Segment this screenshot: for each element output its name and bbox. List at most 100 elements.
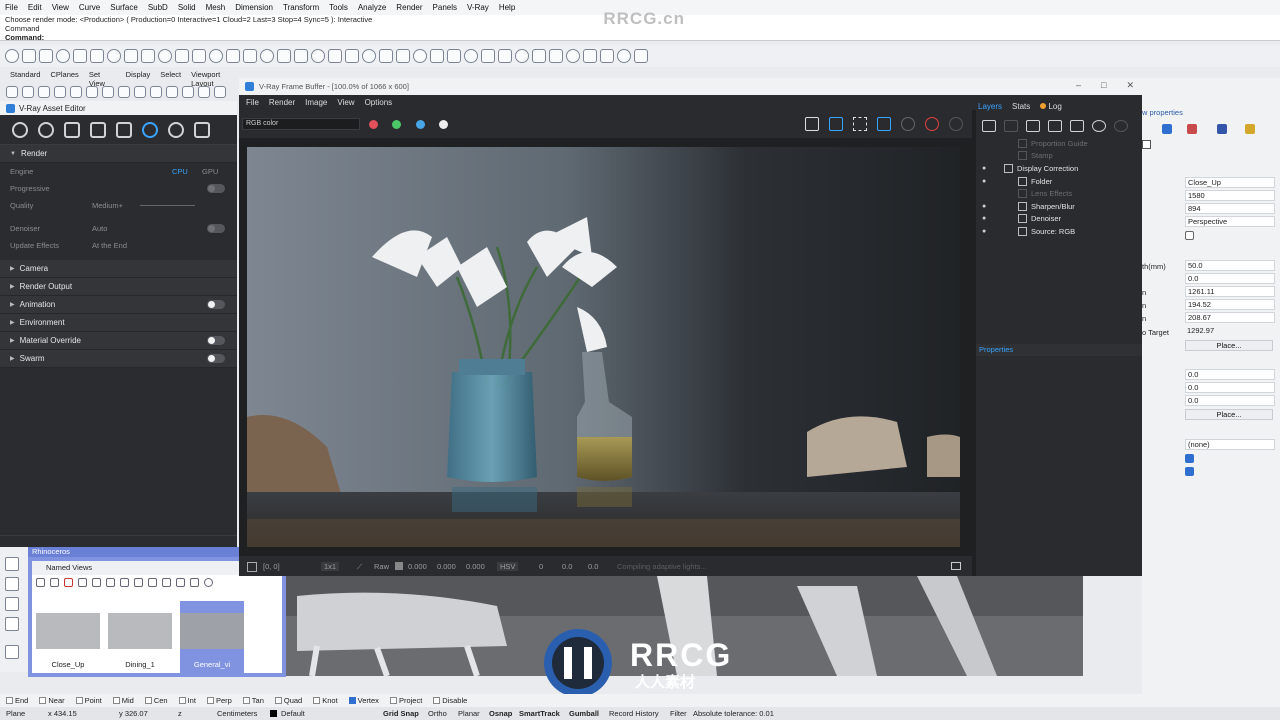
thumbnail-close-up[interactable] xyxy=(36,613,100,649)
vfb-menu-render[interactable]: Render xyxy=(269,98,295,107)
delete-layer-icon[interactable] xyxy=(1004,120,1018,132)
osnap-disable[interactable]: Disable xyxy=(433,696,467,705)
osnap-checkbox[interactable] xyxy=(75,697,83,704)
curve-tool-icon[interactable] xyxy=(5,577,19,591)
standard-tool-icon[interactable] xyxy=(86,86,98,98)
toolbar-tool-icon[interactable] xyxy=(192,49,206,63)
folder-icon[interactable] xyxy=(1245,124,1255,134)
edit-view-icon[interactable] xyxy=(50,577,59,587)
menu-item-mesh[interactable]: Mesh xyxy=(206,3,226,12)
toolbar-tool-icon[interactable] xyxy=(430,49,444,63)
compare-icon[interactable] xyxy=(829,117,843,131)
arrow-up-icon[interactable] xyxy=(162,577,171,587)
target-z-field[interactable]: 0.0 xyxy=(1185,395,1275,406)
point-tool-icon[interactable] xyxy=(5,557,19,571)
vfb-menu-options[interactable]: Options xyxy=(365,98,393,107)
thumbnail-general-view[interactable] xyxy=(180,613,244,649)
osnap-checkbox[interactable] xyxy=(313,697,321,704)
textures-icon[interactable] xyxy=(116,121,132,138)
display-icon[interactable] xyxy=(1217,124,1227,134)
toolbar-tool-icon[interactable] xyxy=(328,49,342,63)
toolbar-tool-icon[interactable] xyxy=(56,49,70,63)
osnap-checkbox[interactable] xyxy=(6,697,13,704)
osnap-int[interactable]: Int xyxy=(178,696,196,705)
menu-item-dimension[interactable]: Dimension xyxy=(235,3,273,12)
ortho-toggle[interactable]: Ortho xyxy=(428,709,447,718)
color-swatch[interactable] xyxy=(1142,140,1151,149)
section-toggle[interactable] xyxy=(207,336,225,345)
menu-item-render[interactable]: Render xyxy=(396,3,422,12)
layer-row[interactable]: ● Sharpen/Blur xyxy=(976,200,1142,213)
toolbar-tool-icon[interactable] xyxy=(379,49,393,63)
blue-channel-icon[interactable] xyxy=(416,120,425,129)
toolbar-tool-icon[interactable] xyxy=(158,49,172,63)
region-render-icon[interactable] xyxy=(853,117,867,131)
section-material-override[interactable]: ▶ Material Override xyxy=(0,332,237,350)
alpha-channel-icon[interactable] xyxy=(439,120,448,129)
add-layer-icon[interactable] xyxy=(982,120,996,132)
osnap-checkbox[interactable] xyxy=(242,697,250,704)
toolbar-tool-icon[interactable] xyxy=(124,49,138,63)
menu-item-curve[interactable]: Curve xyxy=(79,3,100,12)
log-toggle-icon[interactable] xyxy=(951,562,961,570)
paste-view-icon[interactable] xyxy=(92,577,101,587)
rotation-field[interactable]: 0.0 xyxy=(1185,273,1275,284)
osnap-cen[interactable]: Cen xyxy=(144,696,168,705)
layer-row[interactable]: Stamp xyxy=(976,150,1142,163)
layer-row[interactable]: ● Denoiser xyxy=(976,213,1142,226)
quality-slider[interactable] xyxy=(140,205,195,206)
tab-stats[interactable]: Stats xyxy=(1012,102,1030,111)
close-icon[interactable]: ✕ xyxy=(1126,80,1134,91)
section-render-output[interactable]: ▶ Render Output xyxy=(0,278,237,296)
osnap-near[interactable]: Near xyxy=(39,696,65,705)
menu-item-subd[interactable]: SubD xyxy=(148,3,168,12)
render-section-header[interactable]: ▼ Render xyxy=(0,145,237,163)
current-layer[interactable]: Default xyxy=(281,709,305,718)
toolbar-tool-icon[interactable] xyxy=(498,49,512,63)
menu-item-surface[interactable]: Surface xyxy=(110,3,138,12)
location-x-field[interactable]: 1261.11 xyxy=(1185,286,1275,297)
save-image-icon[interactable] xyxy=(805,117,819,131)
ruler-icon[interactable]: ⟋ xyxy=(357,562,362,572)
record-history-toggle[interactable]: Record History xyxy=(609,709,659,718)
standard-tool-icon[interactable] xyxy=(198,86,210,98)
section-environment[interactable]: ▶ Environment xyxy=(0,314,237,332)
osnap-tan[interactable]: Tan xyxy=(242,696,264,705)
color-space-select[interactable]: HSV xyxy=(497,562,519,571)
toolbar-tool-icon[interactable] xyxy=(226,49,240,63)
menu-item-analyze[interactable]: Analyze xyxy=(358,3,386,12)
menu-item-tools[interactable]: Tools xyxy=(329,3,348,12)
undo-icon[interactable] xyxy=(1092,120,1106,132)
osnap-checkbox[interactable] xyxy=(178,697,186,704)
menu-item-view[interactable]: View xyxy=(52,3,69,12)
folder-icon[interactable] xyxy=(106,577,115,587)
toolbar-tool-icon[interactable] xyxy=(396,49,410,63)
layer-list-icon[interactable] xyxy=(1070,120,1084,132)
standard-tool-icon[interactable] xyxy=(166,86,178,98)
toolbar-tool-icon[interactable] xyxy=(209,49,223,63)
visibility-eye-icon[interactable]: ● xyxy=(982,228,986,235)
pixel-info-icon[interactable] xyxy=(247,562,257,572)
standard-tool-icon[interactable] xyxy=(38,86,50,98)
menu-item-edit[interactable]: Edit xyxy=(28,3,42,12)
toolbar-tool-icon[interactable] xyxy=(90,49,104,63)
osnap-mid[interactable]: Mid xyxy=(112,696,134,705)
osnap-perp[interactable]: Perp xyxy=(206,696,232,705)
lock-checkbox[interactable] xyxy=(1185,231,1194,240)
red-channel-icon[interactable] xyxy=(369,120,378,129)
lens-field[interactable]: 50.0 xyxy=(1185,260,1275,271)
save-layers-icon[interactable] xyxy=(1026,120,1040,132)
units-label[interactable]: Centimeters xyxy=(217,709,257,718)
toolbar-tool-icon[interactable] xyxy=(566,49,580,63)
toolbar-tool-icon[interactable] xyxy=(447,49,461,63)
menu-item-panels[interactable]: Panels xyxy=(433,3,457,12)
tab-viewport-layout[interactable]: Viewport Layout xyxy=(191,70,240,88)
update-effects-value[interactable]: At the End xyxy=(92,241,127,250)
zoom-select[interactable]: 1x1 xyxy=(321,562,340,571)
toolbar-tool-icon[interactable] xyxy=(73,49,87,63)
visibility-eye-icon[interactable]: ● xyxy=(982,165,986,172)
menu-item-file[interactable]: File xyxy=(5,3,18,12)
vfb-menu-image[interactable]: Image xyxy=(305,98,327,107)
height-field[interactable]: 894 xyxy=(1185,203,1275,214)
osnap-checkbox[interactable] xyxy=(433,697,441,704)
